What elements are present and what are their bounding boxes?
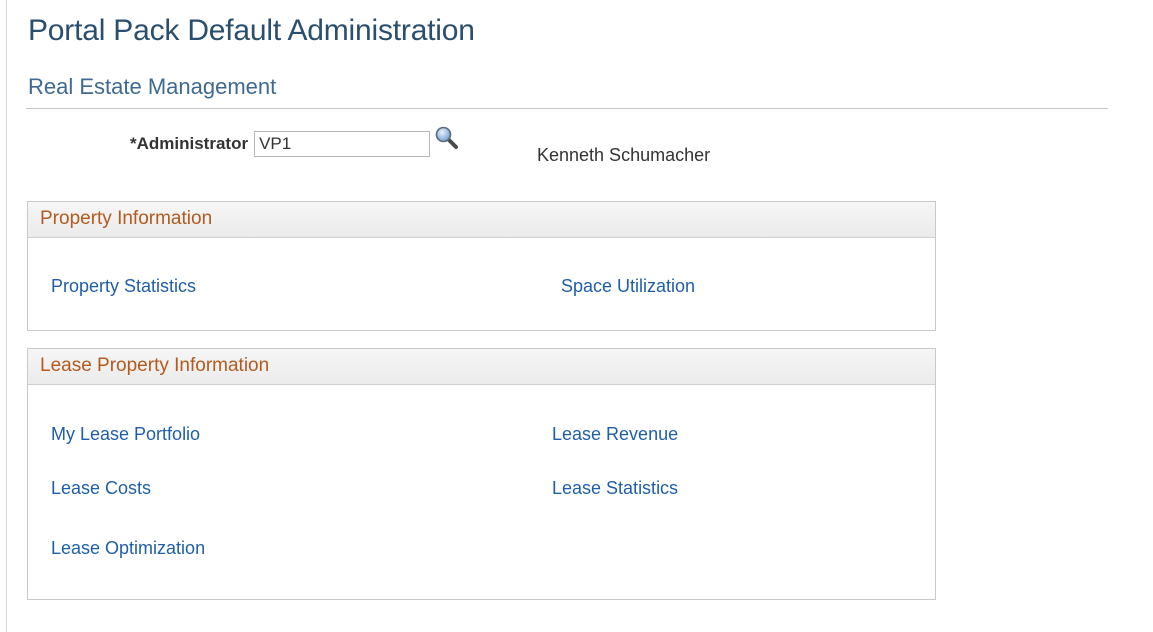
left-border [6,0,7,632]
administrator-name: Kenneth Schumacher [537,145,711,165]
administrator-label: *Administrator [130,134,249,153]
lease-property-information-header: Lease Property Information [28,349,935,385]
magnifier-icon [435,126,459,149]
administrator-row: *Administrator [130,126,460,159]
page-title: Portal Pack Default Administration [28,14,475,47]
page-subtitle: Real Estate Management [28,74,277,99]
lease-optimization-link[interactable]: Lease Optimization [51,538,205,559]
administrator-input[interactable] [254,131,431,157]
lease-statistics-link[interactable]: Lease Statistics [552,478,678,499]
property-information-group: Property Information Property Statistics… [27,201,936,331]
lease-revenue-link[interactable]: Lease Revenue [552,424,678,445]
my-lease-portfolio-link[interactable]: My Lease Portfolio [51,424,200,445]
property-statistics-link[interactable]: Property Statistics [51,276,196,297]
lease-property-information-group: Lease Property Information My Lease Port… [27,348,936,600]
lease-costs-link[interactable]: Lease Costs [51,478,151,499]
subtitle-divider [26,108,1108,109]
lookup-button[interactable] [434,125,460,151]
property-information-header: Property Information [28,202,935,238]
space-utilization-link[interactable]: Space Utilization [561,276,695,297]
